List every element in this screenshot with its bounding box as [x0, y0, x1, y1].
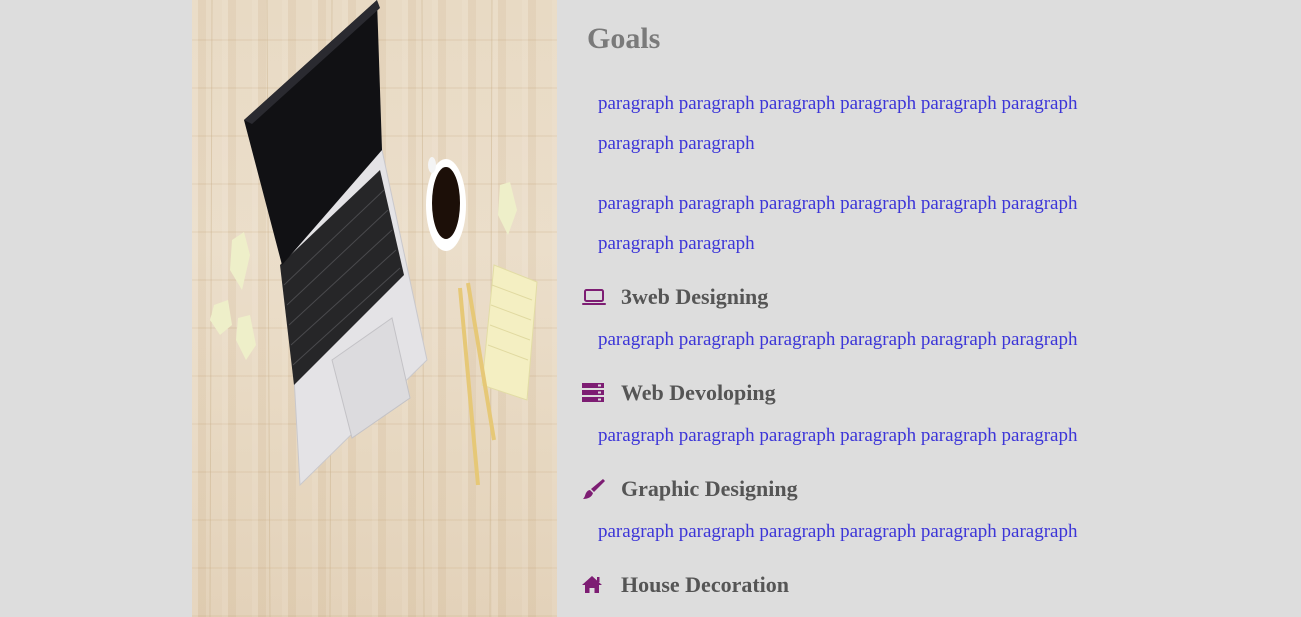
service-title-house-decoration: House Decoration [581, 572, 789, 598]
goals-section: Goals paragraph paragraph paragraph para… [557, 0, 1301, 617]
service-title-label: Graphic Designing [621, 476, 798, 501]
service-title-label: 3web Designing [621, 284, 769, 309]
service-title-web-designing: 3web Designing [581, 284, 768, 310]
service-title-label: House Decoration [621, 572, 790, 597]
service-title-label: Web Devoloping [621, 380, 776, 405]
laptop-icon [581, 286, 607, 308]
service-title-graphic-designing: Graphic Designing [581, 476, 798, 502]
hero-image [192, 0, 557, 617]
goals-paragraph-2: paragraph paragraph paragraph paragraph … [598, 193, 1078, 254]
home-icon [581, 574, 607, 596]
paint-brush-icon [581, 478, 607, 500]
service-paragraph-web-designing: paragraph paragraph paragraph paragraph … [598, 329, 1078, 350]
service-paragraph-graphic-designing: paragraph paragraph paragraph paragraph … [598, 521, 1078, 542]
goals-paragraph-1: paragraph paragraph paragraph paragraph … [598, 93, 1078, 154]
service-paragraph-web-developing: paragraph paragraph paragraph paragraph … [598, 425, 1078, 446]
service-title-web-developing: Web Devoloping [581, 380, 776, 406]
server-icon [581, 382, 607, 404]
laptop-desk-illustration [209, 0, 538, 617]
goals-title: Goals [587, 22, 661, 55]
